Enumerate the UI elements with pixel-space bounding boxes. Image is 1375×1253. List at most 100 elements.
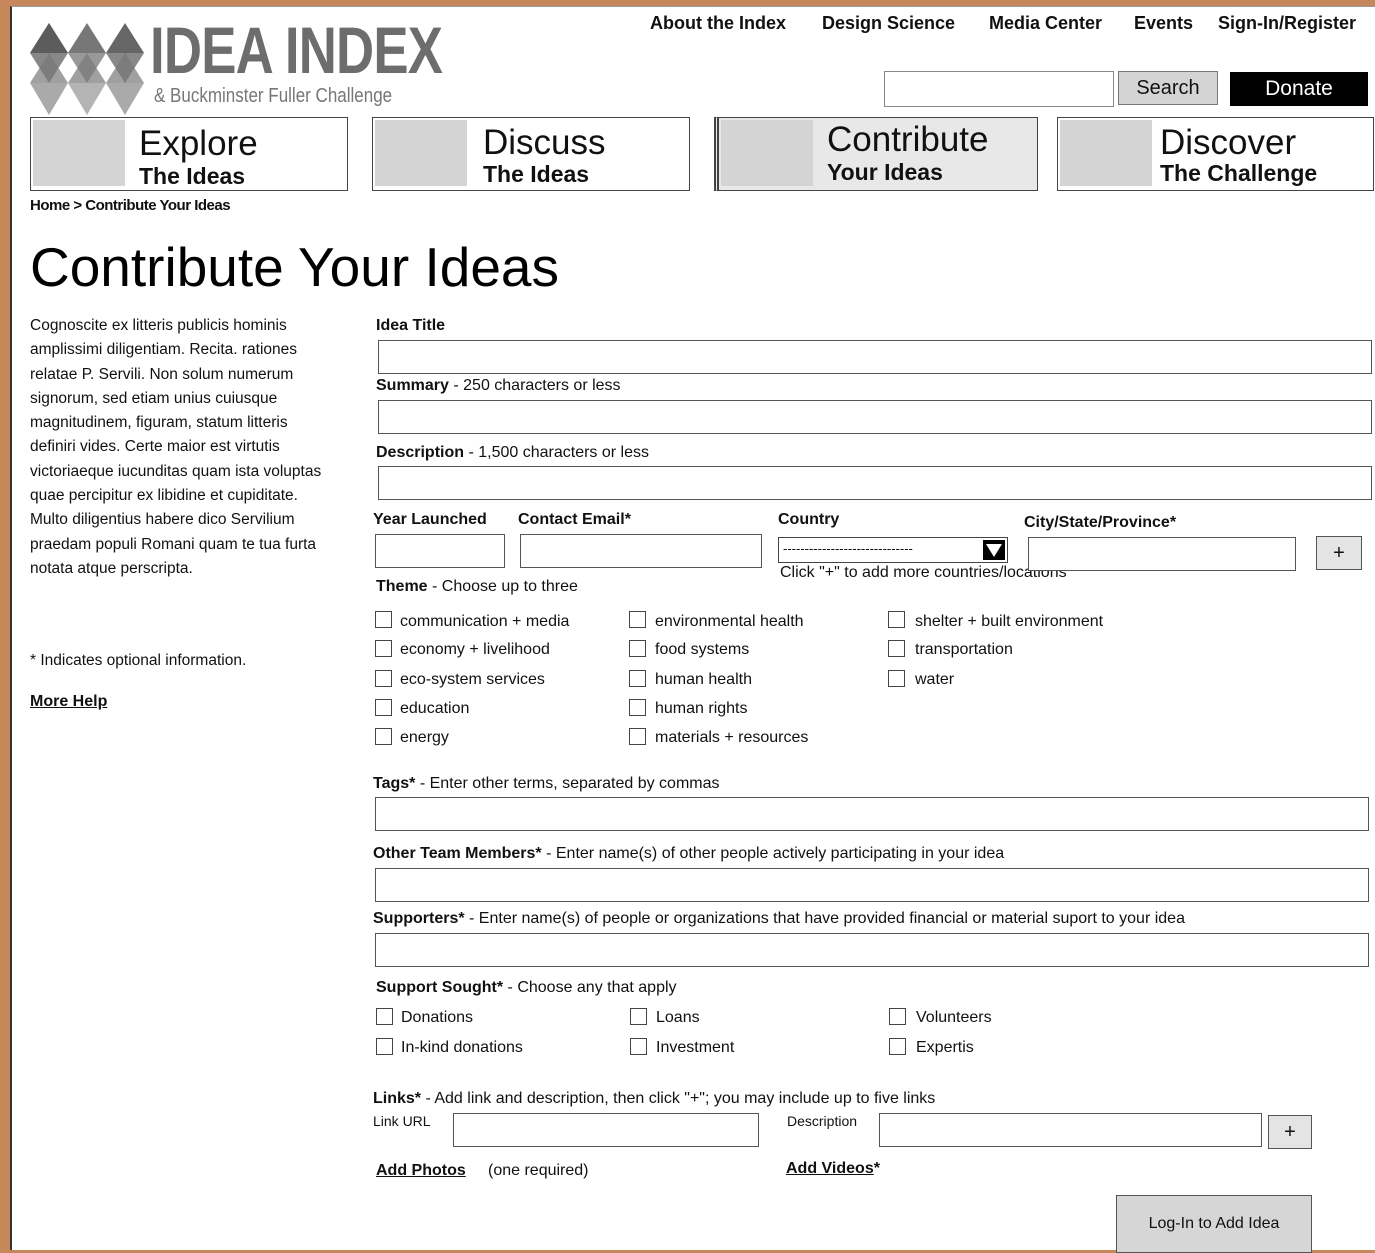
- chevron-down-icon[interactable]: [983, 540, 1005, 560]
- year-launched-input[interactable]: [375, 534, 505, 568]
- tab-thumbnail: [721, 120, 813, 186]
- nav-sign-in[interactable]: Sign-In/Register: [1218, 13, 1356, 34]
- team-members-input[interactable]: [375, 868, 1369, 902]
- add-videos-star: *: [873, 1160, 880, 1177]
- country-select[interactable]: ------------------------------: [778, 537, 1008, 563]
- country-select-value: ------------------------------: [783, 541, 913, 556]
- nav-media-center[interactable]: Media Center: [989, 13, 1102, 34]
- theme-checkbox[interactable]: [629, 611, 646, 628]
- tab-explore[interactable]: Explore The Ideas: [30, 117, 348, 191]
- support-option-label: Volunteers: [916, 1009, 992, 1026]
- country-label: Country: [778, 511, 840, 528]
- nav-events[interactable]: Events: [1134, 13, 1193, 34]
- tab-explore-title: Explore: [139, 124, 258, 163]
- tab-thumbnail: [375, 120, 467, 186]
- theme-checkbox[interactable]: [629, 699, 646, 716]
- support-option-label: Loans: [656, 1009, 700, 1026]
- tab-discuss-title: Discuss: [483, 123, 606, 162]
- support-option-label: Investment: [656, 1039, 735, 1056]
- supporters-label: Supporters* - Enter name(s) of people or…: [373, 910, 1185, 927]
- support-sought-label: Support Sought* - Choose any that apply: [376, 979, 677, 996]
- tags-input[interactable]: [375, 797, 1369, 831]
- page-canvas: IDEA INDEX & Buckminster Fuller Challeng…: [10, 6, 1375, 1253]
- support-checkbox[interactable]: [376, 1008, 393, 1025]
- theme-option-label: water: [915, 671, 955, 688]
- sidebar-intro: Cognoscite ex litteris publicis hominis …: [30, 317, 322, 577]
- link-description-label: Description: [787, 1113, 858, 1129]
- contact-email-label: Contact Email*: [518, 511, 631, 528]
- theme-checkbox[interactable]: [629, 728, 646, 745]
- tab-discuss-subtitle: The Ideas: [483, 161, 590, 187]
- theme-option-label: energy: [400, 729, 449, 746]
- theme-label: Theme - Choose up to three: [376, 578, 578, 595]
- tab-discover-subtitle: The Challenge: [1160, 160, 1318, 186]
- search-input[interactable]: [884, 71, 1114, 107]
- tab-contribute[interactable]: Contribute Your Ideas: [714, 117, 1038, 191]
- idea-title-input[interactable]: [378, 340, 1372, 374]
- support-checkbox[interactable]: [889, 1038, 906, 1055]
- theme-option-label: human rights: [655, 700, 748, 717]
- theme-checkbox[interactable]: [375, 640, 392, 657]
- link-description-input[interactable]: [879, 1113, 1262, 1147]
- tab-contribute-title: Contribute: [827, 120, 989, 159]
- add-photos-link[interactable]: Add Photos: [376, 1162, 466, 1180]
- theme-checkbox[interactable]: [375, 670, 392, 687]
- add-photos-note: (one required): [488, 1162, 589, 1179]
- support-checkbox[interactable]: [376, 1038, 393, 1055]
- idea-index-logo-icon: [30, 23, 144, 115]
- description-input[interactable]: [378, 466, 1372, 500]
- breadcrumb[interactable]: Home > Contribute Your Ideas: [30, 197, 231, 214]
- summary-input[interactable]: [378, 400, 1372, 434]
- link-url-input[interactable]: [453, 1113, 759, 1147]
- summary-label: Summary - 250 characters or less: [376, 377, 621, 394]
- support-option-label: Expertis: [916, 1039, 974, 1056]
- theme-option-label: eco-system services: [400, 671, 545, 688]
- theme-checkbox[interactable]: [375, 699, 392, 716]
- idea-title-label: Idea Title: [376, 317, 446, 334]
- support-checkbox[interactable]: [630, 1008, 647, 1025]
- year-launched-label: Year Launched: [373, 511, 487, 528]
- supporters-input[interactable]: [375, 933, 1369, 967]
- donate-button[interactable]: Donate: [1230, 72, 1368, 106]
- support-option-label: Donations: [401, 1009, 474, 1026]
- theme-checkbox[interactable]: [629, 640, 646, 657]
- logo-subtitle: & Buckminster Fuller Challenge: [154, 85, 393, 107]
- theme-checkbox[interactable]: [375, 611, 392, 628]
- tab-discuss[interactable]: Discuss The Ideas: [372, 117, 690, 191]
- nav-design-science[interactable]: Design Science: [822, 13, 955, 34]
- theme-option-label: education: [400, 700, 470, 717]
- add-videos-group: Add Videos*: [786, 1160, 880, 1178]
- tab-discover-title: Discover: [1160, 123, 1297, 162]
- links-label: Links* - Add link and description, then …: [373, 1090, 936, 1107]
- tab-discover[interactable]: Discover The Challenge: [1057, 117, 1374, 191]
- tab-explore-subtitle: The Ideas: [139, 163, 246, 189]
- theme-option-label: materials + resources: [655, 729, 809, 746]
- theme-checkbox[interactable]: [375, 728, 392, 745]
- add-videos-link[interactable]: Add Videos: [786, 1160, 874, 1177]
- nav-about[interactable]: About the Index: [650, 13, 786, 34]
- theme-checkbox[interactable]: [888, 640, 905, 657]
- page-title: Contribute Your Ideas: [30, 236, 559, 298]
- support-checkbox[interactable]: [889, 1008, 906, 1025]
- theme-option-label: shelter + built environment: [915, 613, 1104, 630]
- theme-checkbox[interactable]: [629, 670, 646, 687]
- city-input[interactable]: [1028, 537, 1296, 571]
- theme-checkbox[interactable]: [888, 611, 905, 628]
- tags-label: Tags* - Enter other terms, separated by …: [373, 775, 720, 792]
- theme-option-label: human health: [655, 671, 752, 688]
- theme-option-label: environmental health: [655, 613, 804, 630]
- tab-contribute-subtitle: Your Ideas: [827, 159, 943, 185]
- description-label: Description - 1,500 characters or less: [376, 444, 649, 461]
- add-link-button[interactable]: +: [1268, 1115, 1312, 1149]
- more-help-link[interactable]: More Help: [30, 693, 107, 711]
- search-button[interactable]: Search: [1118, 71, 1218, 105]
- contact-email-input[interactable]: [520, 534, 762, 568]
- login-to-add-idea-button[interactable]: Log-In to Add Idea: [1116, 1195, 1312, 1253]
- add-location-button[interactable]: +: [1316, 536, 1362, 570]
- support-checkbox[interactable]: [630, 1038, 647, 1055]
- theme-option-label: food systems: [655, 641, 750, 658]
- tab-thumbnail: [1060, 120, 1152, 186]
- country-hint: Click "+" to add more countries/location…: [780, 564, 1067, 581]
- support-option-label: In-kind donations: [401, 1039, 523, 1056]
- theme-checkbox[interactable]: [888, 670, 905, 687]
